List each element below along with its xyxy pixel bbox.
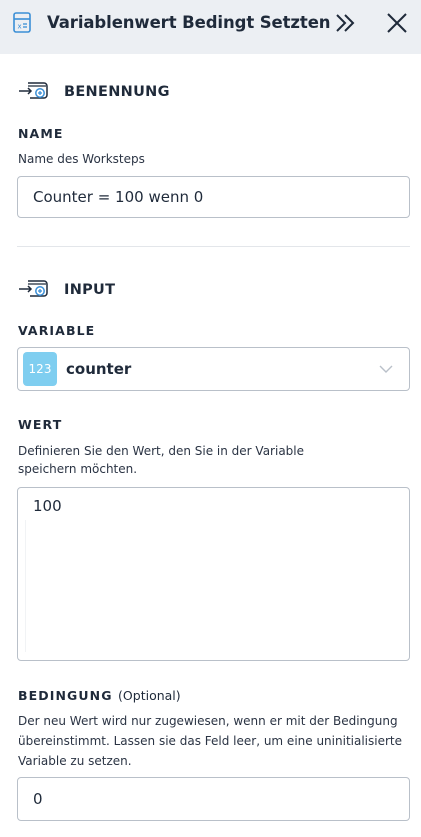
condition-label: BEDINGUNG (Optional) [18, 688, 181, 703]
variable-select[interactable]: 123 counter [17, 347, 410, 391]
condition-input[interactable]: 0 [17, 777, 410, 821]
condition-input-value: 0 [33, 790, 43, 808]
transfer-icon [19, 280, 48, 297]
name-input-value: Counter = 100 wenn 0 [33, 188, 204, 206]
condition-label-text: BEDINGUNG [18, 688, 113, 703]
transfer-icon [19, 82, 48, 99]
panel-header: x Variablenwert Bedingt Setzten [0, 0, 421, 54]
condition-description-line-1: Der neu Wert wird nur zugewiesen, wenn e… [18, 714, 398, 728]
value-textarea-value: 100 [33, 497, 62, 515]
worker-variable-icon: x [13, 12, 31, 33]
name-description: Name des Worksteps [18, 152, 145, 166]
svg-text:x: x [18, 23, 22, 31]
variable-select-value: counter [66, 360, 132, 378]
textarea-scroll-track [25, 520, 26, 652]
value-textarea[interactable]: 100 [17, 487, 410, 661]
section-title-input: INPUT [64, 282, 116, 298]
variable-label: VARIABLE [18, 323, 96, 338]
optional-hint: (Optional) [118, 688, 181, 703]
value-description-line-1: Definieren Sie den Wert, den Sie in der … [18, 444, 305, 458]
value-label: WERT [18, 417, 63, 432]
name-input[interactable]: Counter = 100 wenn 0 [17, 176, 410, 218]
section-title-naming: BENENNUNG [64, 84, 170, 100]
chevron-down-icon [379, 365, 393, 373]
condition-description-line-2: übereinstimmt. Lassen sie das Feld leer,… [18, 734, 402, 748]
name-label: NAME [18, 126, 64, 141]
double-chevron-right-icon[interactable] [334, 13, 356, 33]
number-type-badge: 123 [23, 352, 57, 386]
section-divider [17, 246, 410, 247]
value-description-line-2: speichern möchten. [18, 462, 138, 476]
panel-title: Variablenwert Bedingt Setzten [47, 13, 331, 32]
condition-description-line-3: Variable zu setzen. [18, 754, 132, 768]
close-icon[interactable] [386, 12, 408, 34]
